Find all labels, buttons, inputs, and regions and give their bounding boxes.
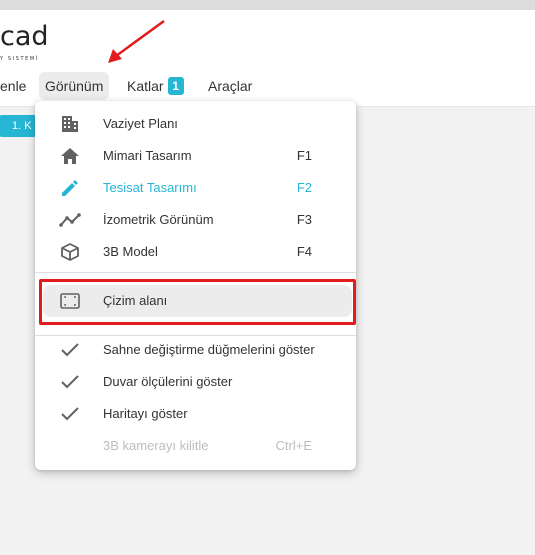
menu-option-tesisat-tasarimi[interactable]: Tesisat Tasarımı F2	[35, 172, 356, 204]
menu-item-label: Katlar	[127, 78, 164, 94]
check-icon	[59, 340, 81, 360]
menu-option-izometrik-gorunum[interactable]: İzometrik Görünüm F3	[35, 204, 356, 236]
menu-option-label: Vaziyet Planı	[103, 116, 178, 131]
shortcut-label: F1	[296, 148, 312, 163]
app-logo-subtitle: Y SISTEMİ	[0, 56, 39, 62]
home-icon	[59, 146, 81, 166]
menu-item-label: Araçlar	[208, 78, 253, 94]
menu-option-haritayi-goster[interactable]: Haritayı göster	[35, 398, 356, 430]
menu-option-3b-model[interactable]: 3B Model F4	[35, 236, 356, 268]
menu-option-label: 3B kamerayı kilitle	[103, 438, 209, 453]
browser-top-strip	[0, 0, 535, 10]
isometric-line-icon	[59, 210, 81, 230]
menu-option-label: Sahne değiştirme düğmelerini göster	[103, 342, 315, 357]
check-icon	[59, 372, 81, 392]
menu-divider	[35, 272, 356, 273]
menu-option-3b-kamera-kilitle: 3B kamerayı kilitle Ctrl+E	[35, 430, 356, 462]
menu-item-gorunum[interactable]: Görünüm	[39, 72, 110, 100]
menu-item-duzenle[interactable]: enle	[0, 72, 32, 100]
building-icon	[59, 114, 81, 134]
menu-item-katlar[interactable]: Katlar 1	[121, 72, 190, 100]
menu-item-label: Görünüm	[45, 78, 104, 94]
shortcut-label: Ctrl+E	[275, 438, 312, 453]
pencil-icon	[59, 178, 81, 198]
app-logo: cad	[0, 21, 49, 52]
menu-item-label: enle	[0, 78, 27, 94]
menu-option-sahne-degistirme[interactable]: Sahne değiştirme düğmelerini göster	[35, 334, 356, 366]
menu-option-label: 3B Model	[103, 244, 158, 259]
cube-icon	[59, 242, 81, 262]
check-icon	[59, 404, 81, 424]
app-header: cad Y SISTEMİ	[0, 10, 535, 68]
menu-option-mimari-tasarim[interactable]: Mimari Tasarım F1	[35, 140, 356, 172]
menu-option-duvar-olculeri[interactable]: Duvar ölçülerini göster	[35, 366, 356, 398]
menu-option-label: Duvar ölçülerini göster	[103, 374, 233, 389]
floor-count-badge: 1	[167, 77, 184, 95]
menu-option-label: İzometrik Görünüm	[103, 212, 214, 227]
menu-option-vaziyet-plani[interactable]: Vaziyet Planı	[35, 108, 356, 140]
menu-option-label: Mimari Tasarım	[103, 148, 192, 163]
shortcut-label: F2	[296, 180, 312, 195]
shortcut-label: F4	[296, 244, 312, 259]
shortcut-label: F3	[296, 212, 312, 227]
annotation-highlight-box	[39, 279, 356, 325]
menu-option-label: Tesisat Tasarımı	[103, 180, 197, 195]
menu-item-araclar[interactable]: Araçlar	[202, 72, 258, 100]
menu-option-label: Haritayı göster	[103, 406, 188, 421]
